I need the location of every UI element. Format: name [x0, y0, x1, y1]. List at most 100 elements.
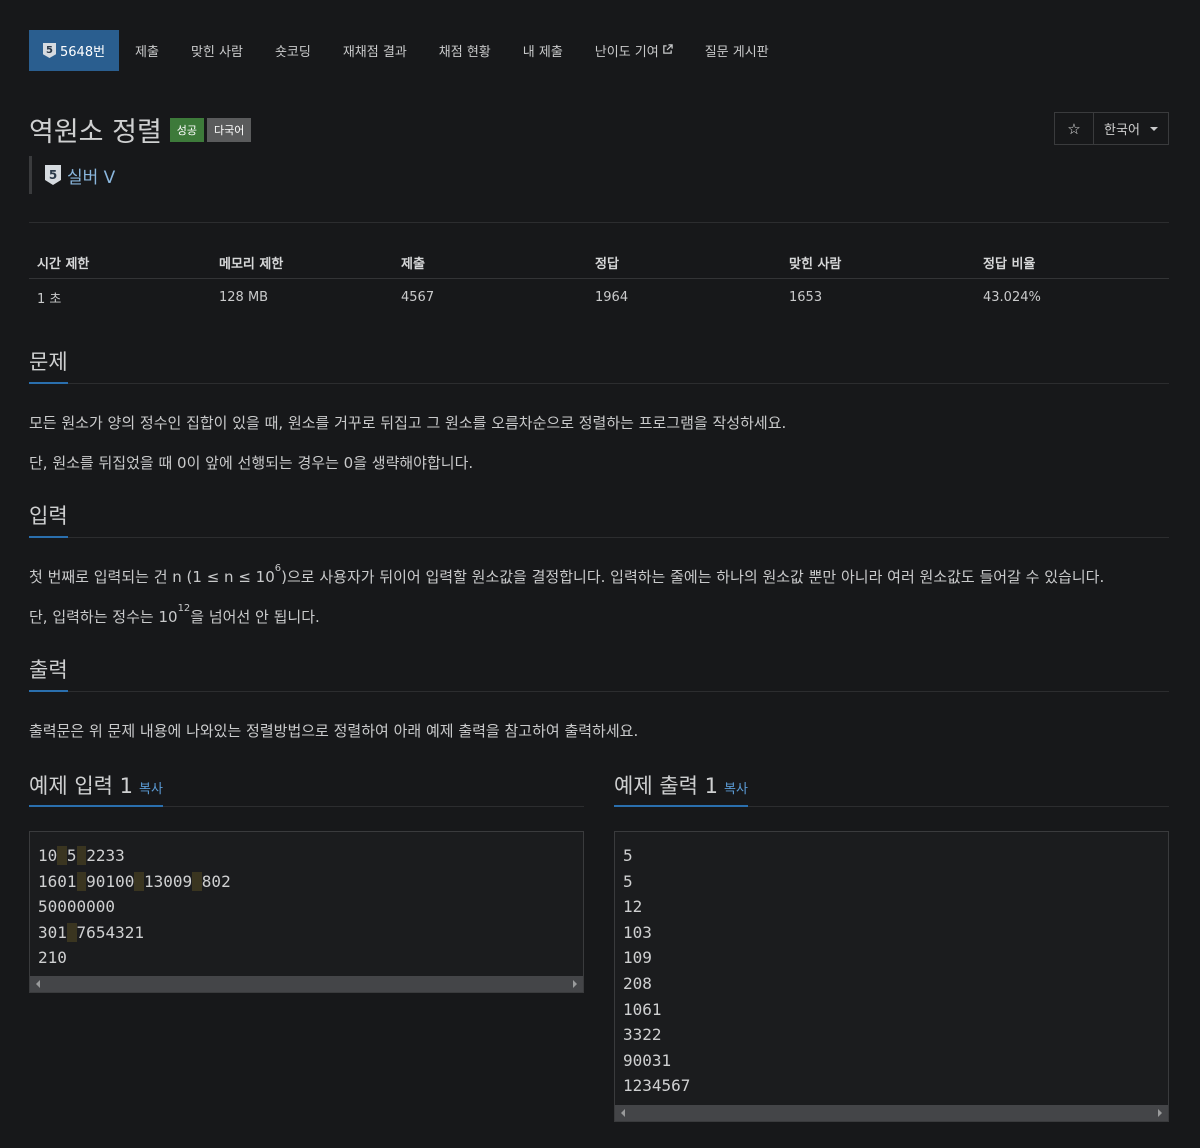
sample-input-token: 5	[66, 846, 77, 865]
copy-output-button[interactable]: 복사	[724, 778, 748, 797]
sample-output-box[interactable]: 5 5 12 103 109 208 1061 3322 90031 12345…	[614, 831, 1169, 1122]
table-header-cell: 맞힌 사람	[781, 246, 975, 279]
sample-output-line: 5	[623, 846, 633, 865]
whitespace-marker	[192, 871, 202, 891]
sample-input-token: 802	[201, 871, 231, 891]
nav-difficulty-contribution[interactable]: 난이도 기여	[579, 30, 689, 71]
whitespace-marker	[66, 922, 77, 942]
problem-paragraph: 단, 원소를 뒤집었을 때 0이 앞에 선행되는 경우는 0을 생략해야합니다.	[29, 454, 474, 472]
superscript: 12	[177, 603, 191, 614]
table-cell[interactable]: 1964	[587, 279, 781, 316]
sample-output-line: 109	[623, 948, 652, 968]
sample-input-token: 10	[38, 846, 58, 865]
sample-input-token: 1601	[38, 871, 77, 891]
input-paragraph: 단, 입력하는 정수는 1012을 넘어선 안 됩니다.	[29, 603, 320, 627]
sample-output-header: 예제 출력 1 복사	[614, 770, 1169, 807]
output-section-title: 출력	[29, 654, 68, 692]
whitespace-marker	[76, 846, 87, 865]
scroll-right-icon[interactable]	[573, 980, 577, 988]
nav-short-coding[interactable]: 숏코딩	[259, 30, 327, 71]
sample-output-title-wrap: 예제 출력 1 복사	[614, 770, 748, 807]
sample-output-line: 1234567	[623, 1076, 691, 1096]
star-icon: ☆	[1067, 119, 1081, 138]
multilingual-badge: 다국어	[207, 117, 252, 142]
sample-input-token: 301	[38, 922, 67, 942]
whitespace-marker	[76, 871, 87, 891]
sample-output-line: 103	[623, 922, 652, 942]
table-header-cell: 시간 제한	[29, 246, 211, 279]
nav-solvers[interactable]: 맞힌 사람	[175, 30, 259, 71]
table-header-cell: 정답 비율	[975, 246, 1169, 279]
sample-output-line: 208	[623, 973, 652, 993]
input-text: 첫 번째로 입력되는 건 n (1 ≤ n ≤ 10	[29, 568, 275, 586]
table-cell: 1 초	[37, 291, 62, 307]
sample-input-code: 10 5 2233 1601 90100 13009 802 50000000 …	[30, 832, 583, 979]
output-paragraph: 출력문은 위 문제 내용에 나와있는 정렬방법으로 정렬하여 아래 예제 출력을…	[29, 722, 639, 740]
divider	[29, 222, 1169, 223]
sample-output-line: 1061	[623, 999, 662, 1019]
language-selector-group: ☆ 한국어	[1054, 112, 1169, 145]
input-text: 을 넘어선 안 됩니다.	[190, 608, 320, 626]
sample-input-token: 210	[38, 948, 67, 968]
sample-input-token: 90100	[86, 871, 135, 891]
problem-title-row: 역원소 정렬 성공 다국어	[29, 110, 252, 149]
nav-question-board[interactable]: 질문 게시판	[689, 30, 785, 71]
sample-input-token: 13009	[143, 871, 193, 891]
sample-output-line: 90031	[623, 1050, 672, 1070]
language-dropdown-label: 한국어	[1104, 123, 1140, 138]
horizontal-scrollbar[interactable]	[30, 976, 583, 992]
whitespace-marker	[57, 846, 67, 865]
sample-output-title: 예제 출력 1	[614, 774, 718, 798]
table-cell: 128 MB	[219, 289, 269, 305]
problem-nav: 5 5648번 제출 맞힌 사람 숏코딩 재채점 결과 채점 현황 내 제출 난…	[29, 30, 785, 71]
scroll-right-icon[interactable]	[1158, 1109, 1162, 1117]
external-link-icon	[662, 43, 673, 58]
sample-input-title: 예제 입력 1	[29, 774, 133, 798]
table-header-cell: 메모리 제한	[211, 246, 393, 279]
input-paragraph: 첫 번째로 입력되는 건 n (1 ≤ n ≤ 106)으로 사용자가 뒤이어 …	[29, 563, 1105, 587]
problem-section-title: 문제	[29, 346, 68, 384]
nav-difficulty-label: 난이도 기여	[594, 45, 659, 60]
sample-input-header: 예제 입력 1 복사	[29, 770, 584, 807]
input-text: )으로 사용자가 뒤이어 입력할 원소값을 결정합니다. 입력하는 줄에는 하나…	[281, 568, 1105, 586]
nav-rejudge-results[interactable]: 재채점 결과	[327, 30, 423, 71]
sample-input-token: 2233	[86, 846, 125, 865]
tier-label[interactable]: 실버 V	[67, 163, 115, 188]
sample-input-token: 7654321	[76, 922, 144, 942]
scroll-left-icon[interactable]	[621, 1109, 625, 1117]
nav-problem-number[interactable]: 5 5648번	[29, 30, 120, 71]
problem-title: 역원소 정렬	[29, 117, 162, 148]
sample-output-line: 12	[623, 897, 643, 917]
table-cell[interactable]: 4567	[393, 279, 587, 316]
tier-icon: 5	[43, 43, 56, 58]
sample-output-line: 5	[623, 871, 633, 891]
input-section-header: 입력	[29, 500, 1169, 538]
sample-output-line: 3322	[623, 1025, 662, 1045]
sample-output-code: 5 5 12 103 109 208 1061 3322 90031 12345…	[615, 832, 1168, 1107]
caret-down-icon	[1149, 126, 1158, 131]
scroll-left-icon[interactable]	[36, 980, 40, 988]
input-section-title: 입력	[29, 500, 68, 538]
nav-my-submissions[interactable]: 내 제출	[507, 30, 579, 71]
whitespace-marker	[134, 871, 144, 891]
problem-tier: 5 실버 V	[29, 156, 115, 194]
table-cell: 43.024%	[983, 289, 1041, 305]
table-row: 1 초 128 MB 4567 1964 1653 43.024%	[29, 279, 1169, 316]
problem-paragraph: 모든 원소가 양의 정수인 집합이 있을 때, 원소를 거꾸로 뒤집고 그 원소…	[29, 414, 787, 432]
problem-section-header: 문제	[29, 346, 1169, 384]
nav-submit[interactable]: 제출	[119, 30, 175, 71]
nav-status[interactable]: 채점 현황	[423, 30, 507, 71]
sample-input-box[interactable]: 10 5 2233 1601 90100 13009 802 50000000 …	[29, 831, 584, 993]
favorite-button[interactable]: ☆	[1055, 113, 1094, 144]
input-text: 단, 입력하는 정수는 10	[29, 608, 178, 626]
table-cell[interactable]: 1653	[781, 279, 975, 316]
output-section-header: 출력	[29, 654, 1169, 692]
language-dropdown[interactable]: 한국어	[1094, 113, 1168, 144]
superscript: 6	[274, 563, 282, 574]
sample-input-token: 50000000	[38, 897, 116, 917]
horizontal-scrollbar[interactable]	[615, 1105, 1168, 1121]
problem-info-table: 시간 제한 메모리 제한 제출 정답 맞힌 사람 정답 비율 1 초 128 M…	[29, 246, 1169, 315]
nav-problem-number-label: 5648번	[60, 45, 106, 60]
copy-input-button[interactable]: 복사	[139, 778, 163, 797]
table-header-row: 시간 제한 메모리 제한 제출 정답 맞힌 사람 정답 비율	[29, 246, 1169, 279]
